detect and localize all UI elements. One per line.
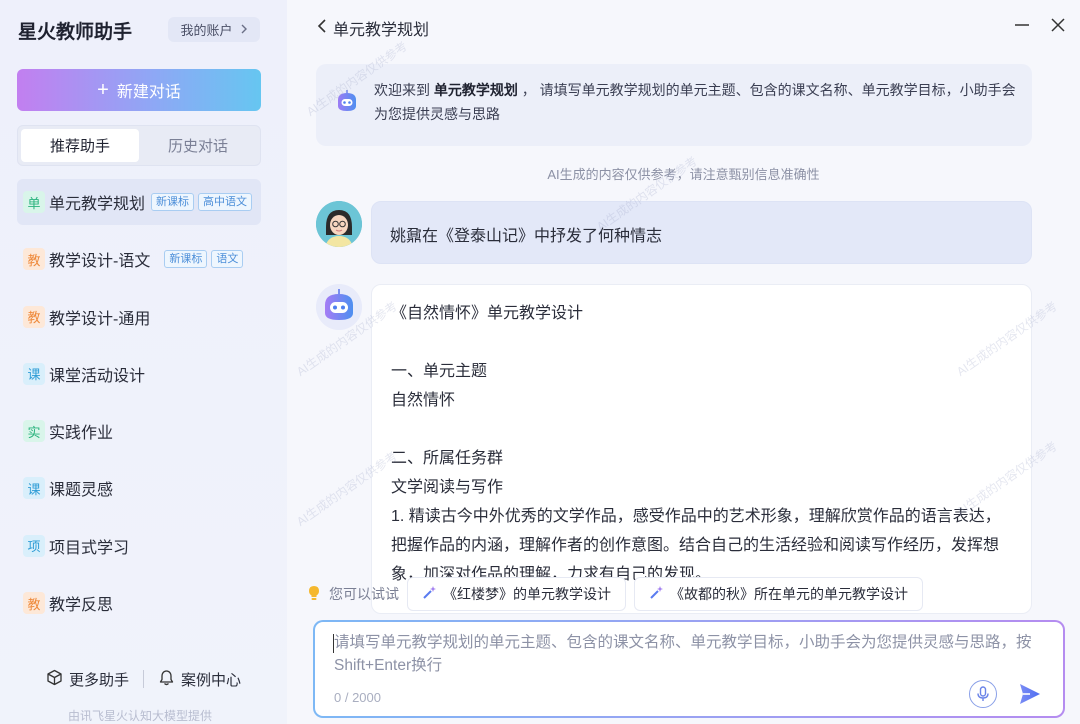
teach-badge-icon: 教 bbox=[23, 248, 45, 271]
input-placeholder: 请填写单元教学规划的单元主题、包含的课文名称、单元教学目标，小助手会为您提供灵感… bbox=[334, 634, 1032, 674]
microphone-icon[interactable] bbox=[969, 680, 997, 708]
bot-icon bbox=[334, 89, 360, 115]
welcome-assistant-name: 单元教学规划 bbox=[433, 82, 518, 98]
sidebar-item-label: 项目式学习 bbox=[49, 539, 130, 557]
unit-badge-icon: 单 bbox=[23, 191, 45, 213]
try-label: 您可以试试 bbox=[329, 586, 399, 602]
bot-line: 自然情怀 bbox=[391, 392, 456, 409]
user-avatar bbox=[316, 201, 362, 247]
user-message: 姚鼐在《登泰山记》中抒发了何种情志 bbox=[371, 201, 1032, 264]
back-icon[interactable] bbox=[317, 18, 327, 39]
minimize-icon[interactable] bbox=[1011, 14, 1033, 36]
bot-message-content: 《自然情怀》单元教学设计 一、单元主题 自然情怀 二、所属任务群 文学阅读与写作… bbox=[391, 299, 1011, 589]
practice-badge-icon: 实 bbox=[23, 420, 45, 443]
more-assistants-link[interactable]: 更多助手 bbox=[46, 669, 129, 690]
sidebar-item-practice-homework[interactable]: 实 实践作业 bbox=[17, 408, 261, 454]
powered-by-text: 由讯飞星火认知大模型提供 bbox=[67, 709, 212, 723]
page-title: 单元教学规划 bbox=[333, 22, 430, 39]
bot-line: 二、所属任务群 bbox=[391, 450, 504, 467]
account-label: 我的账户 bbox=[180, 23, 233, 38]
sidebar-item-label: 课题灵感 bbox=[49, 482, 114, 500]
sidebar-tabs: 推荐助手 历史对话 bbox=[17, 125, 261, 166]
tab-history[interactable]: 历史对话 bbox=[139, 129, 257, 162]
welcome-text: 欢迎来到 单元教学规划 ， 请填写单元教学规划的单元主题、包含的课文名称、单元教… bbox=[374, 78, 1024, 126]
welcome-prefix: 欢迎来到 bbox=[374, 82, 430, 98]
suggestion-text: 《红楼梦》的单元教学设计 bbox=[443, 586, 611, 602]
more-assistants-label: 更多助手 bbox=[68, 671, 129, 689]
new-chat-button[interactable]: + 新建对话 bbox=[17, 69, 261, 111]
plus-icon: + bbox=[97, 79, 109, 101]
sidebar-item-lesson-design-general[interactable]: 教 教学设计-通用 bbox=[17, 294, 261, 340]
bot-line: 1. 精读古今中外优秀的文学作品，感受作品中的艺术形象，理解欣赏作品的语言表达， bbox=[391, 508, 1001, 525]
bell-icon bbox=[158, 669, 175, 690]
new-chat-label: 新建对话 bbox=[116, 84, 181, 101]
sidebar-item-label: 单元教学规划 bbox=[49, 196, 146, 213]
page-header: 单元教学规划 bbox=[317, 16, 429, 40]
footer-divider bbox=[143, 670, 144, 688]
bot-message: 《自然情怀》单元教学设计 一、单元主题 自然情怀 二、所属任务群 文学阅读与写作… bbox=[371, 284, 1032, 614]
sidebar-footer: 更多助手 案例中心 bbox=[0, 666, 287, 692]
project-badge-icon: 项 bbox=[23, 534, 45, 557]
bot-line: 《自然情怀》单元教学设计 bbox=[391, 305, 584, 322]
sidebar-item-unit-planning[interactable]: 单 单元教学规划 新课标 高中语文 bbox=[17, 179, 261, 225]
suggestion-chip[interactable]: 《故都的秋》所在单元的单元教学设计 bbox=[634, 577, 923, 611]
close-icon[interactable] bbox=[1047, 14, 1069, 36]
sidebar-item-label: 教学设计-语文 bbox=[49, 253, 151, 271]
bot-line: 把握作品的内涵，理解作者的创作意图。结合自己的生活经验和阅读写作经历，发挥想 bbox=[391, 537, 1000, 554]
suggestion-chip[interactable]: 《红楼梦》的单元教学设计 bbox=[407, 577, 626, 611]
sidebar-item-label: 课堂活动设计 bbox=[49, 367, 146, 385]
app-title: 星火教师助手 bbox=[18, 22, 133, 43]
assistant-list: 单 单元教学规划 新课标 高中语文 教 教学设计-语文 新课标 语文 教 教学设… bbox=[17, 179, 261, 637]
chat-input[interactable]: 请填写单元教学规划的单元主题、包含的课文名称、单元教学目标，小助手会为您提供灵感… bbox=[313, 620, 1065, 718]
tag-new-curriculum: 新课标 bbox=[151, 193, 195, 211]
tag-high-school-chinese: 高中语文 bbox=[198, 193, 253, 211]
welcome-card: 欢迎来到 单元教学规划 ， 请填写单元教学规划的单元主题、包含的课文名称、单元教… bbox=[316, 64, 1032, 146]
cube-icon bbox=[46, 669, 63, 690]
tag-chinese: 语文 bbox=[211, 250, 244, 269]
lesson-badge-icon: 课 bbox=[23, 362, 45, 385]
case-center-link[interactable]: 案例中心 bbox=[158, 669, 241, 690]
char-counter: 0 / 2000 bbox=[334, 690, 381, 705]
chevron-right-icon bbox=[241, 22, 248, 37]
sidebar-item-label: 教学设计-通用 bbox=[49, 310, 151, 328]
magic-wand-icon bbox=[649, 585, 664, 603]
sidebar: 星火教师助手 我的账户 + 新建对话 推荐助手 历史对话 单 单元教学规划 新课… bbox=[0, 0, 287, 724]
bot-line: 一、单元主题 bbox=[391, 363, 488, 380]
lightbulb-icon bbox=[307, 585, 321, 604]
tag-new-curriculum: 新课标 bbox=[164, 250, 208, 269]
suggestion-text: 《故都的秋》所在单元的单元教学设计 bbox=[670, 586, 908, 602]
magic-wand-icon bbox=[422, 585, 437, 603]
lesson-badge-icon: 课 bbox=[23, 477, 45, 500]
suggestion-bar: 您可以试试 《红楼梦》的单元教学设计 《故都的秋》所在单元的单元教学设计 bbox=[307, 576, 1077, 612]
send-icon[interactable] bbox=[1016, 680, 1044, 708]
bot-line: 文学阅读与写作 bbox=[391, 479, 504, 496]
bot-line bbox=[391, 328, 1011, 357]
teach-badge-icon: 教 bbox=[23, 592, 45, 615]
sidebar-item-topic-inspiration[interactable]: 课 课题灵感 bbox=[17, 465, 261, 511]
ai-disclaimer: AI生成的内容仅供参考，请注意甄别信息准确性 bbox=[547, 167, 820, 182]
case-center-label: 案例中心 bbox=[181, 671, 242, 689]
bot-avatar bbox=[316, 284, 362, 330]
main-panel: 单元教学规划 欢迎来到 单元教学规划 ， 请填写单元教学规划的单元主题、包含的课… bbox=[287, 0, 1080, 724]
sidebar-item-project-learning[interactable]: 项 项目式学习 bbox=[17, 523, 261, 569]
teach-badge-icon: 教 bbox=[23, 305, 45, 328]
tab-recommended[interactable]: 推荐助手 bbox=[21, 129, 139, 162]
sidebar-item-lesson-design-chinese[interactable]: 教 教学设计-语文 新课标 语文 bbox=[17, 236, 261, 282]
bot-line bbox=[391, 415, 1011, 444]
my-account-button[interactable]: 我的账户 bbox=[168, 17, 260, 42]
sidebar-item-class-activity[interactable]: 课 课堂活动设计 bbox=[17, 351, 261, 397]
sidebar-item-label: 教学反思 bbox=[49, 597, 114, 615]
sidebar-item-label: 实践作业 bbox=[49, 425, 114, 443]
sidebar-item-teaching-reflection[interactable]: 教 教学反思 bbox=[17, 580, 261, 626]
